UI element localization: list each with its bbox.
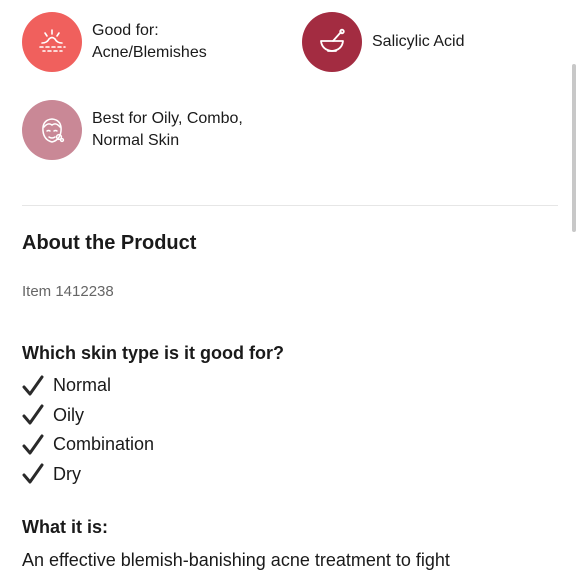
checkmark-icon bbox=[22, 404, 44, 425]
checkmark-icon bbox=[22, 434, 44, 455]
what-it-is-description: An effective blemish-banishing acne trea… bbox=[22, 550, 450, 570]
skin-type-label: Oily bbox=[53, 404, 84, 425]
checkmark-icon bbox=[22, 375, 44, 396]
skin-type-label: Normal bbox=[53, 375, 112, 396]
face-icon bbox=[22, 100, 82, 160]
highlight-acne: Good for: Acne/Blemishes bbox=[22, 12, 207, 72]
item-number: Item 1412238 bbox=[22, 283, 114, 300]
skin-type-label: Combination bbox=[53, 434, 155, 455]
skin-type-item: Normal bbox=[22, 371, 154, 401]
skin-type-item: Combination bbox=[22, 430, 154, 460]
highlight-ingredient: Salicylic Acid bbox=[302, 12, 464, 72]
scrollbar[interactable] bbox=[572, 64, 576, 232]
highlight-acne-line2: Acne/Blemishes bbox=[92, 44, 207, 61]
mortar-pestle-icon bbox=[302, 12, 362, 72]
skin-type-list: Normal Oily Combination Dry bbox=[22, 371, 154, 489]
highlight-skin-type-line1: Best for Oily, Combo, bbox=[92, 110, 243, 127]
highlight-skin-type-line2: Normal Skin bbox=[92, 132, 180, 149]
section-divider bbox=[22, 205, 558, 206]
highlight-ingredient-text: Salicylic Acid bbox=[372, 31, 464, 53]
checkmark-icon bbox=[22, 463, 44, 484]
highlight-skin-type: Best for Oily, Combo, Normal Skin bbox=[22, 100, 243, 160]
what-it-is-title: What it is: bbox=[22, 517, 108, 537]
highlight-skin-type-text: Best for Oily, Combo, Normal Skin bbox=[92, 108, 243, 152]
highlight-acne-text: Good for: Acne/Blemishes bbox=[92, 20, 207, 64]
skin-type-item: Oily bbox=[22, 401, 154, 431]
skin-type-item: Dry bbox=[22, 460, 154, 490]
highlight-ingredient-line1: Salicylic Acid bbox=[372, 33, 465, 50]
about-title: About the Product bbox=[22, 232, 197, 254]
skin-type-label: Dry bbox=[53, 463, 81, 484]
highlight-acne-line1: Good for: bbox=[92, 22, 159, 39]
acne-icon bbox=[22, 12, 82, 72]
skin-type-question: Which skin type is it good for? bbox=[22, 343, 285, 363]
